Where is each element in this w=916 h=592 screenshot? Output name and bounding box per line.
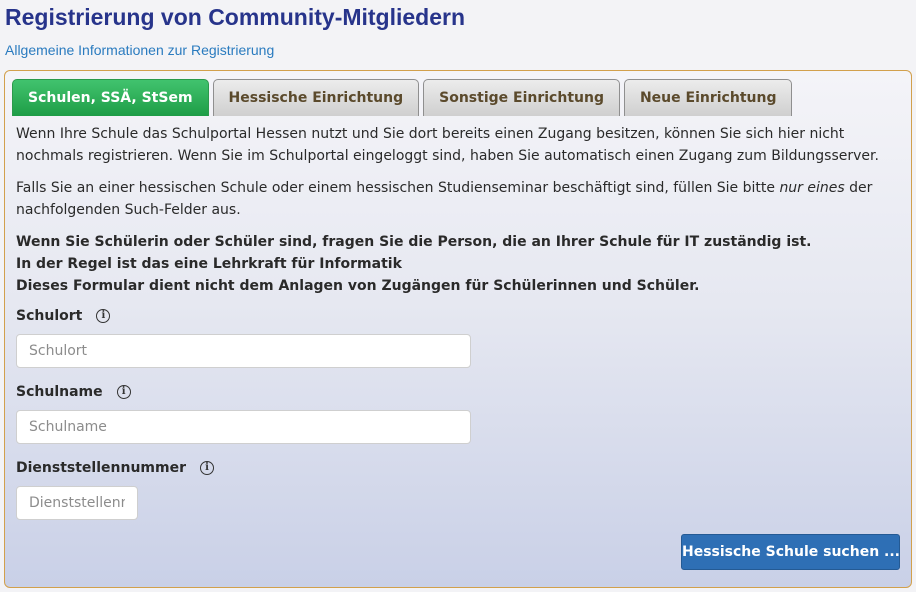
- schulort-label-text: Schulort: [16, 308, 83, 324]
- tab-sonstige-einrichtung[interactable]: Sonstige Einrichtung: [423, 79, 620, 116]
- info-circle-icon[interactable]: i: [116, 385, 131, 399]
- intro-paragraph: Wenn Ihre Schule das Schulportal Hessen …: [16, 126, 879, 164]
- instruction-text-start: Falls Sie an einer hessischen Schule ode…: [16, 180, 780, 196]
- general-info-link[interactable]: Allgemeine Informationen zur Registrieru…: [5, 42, 274, 58]
- dienststellennummer-input[interactable]: [16, 486, 138, 520]
- instruction-emphasis: nur eines: [779, 180, 845, 196]
- schulname-input[interactable]: [16, 410, 471, 444]
- registration-panel: Schulen, SSÄ, StSem Hessische Einrichtun…: [4, 70, 912, 588]
- search-school-button[interactable]: Hessische Schule suchen ...: [681, 534, 900, 570]
- instruction-paragraph: Falls Sie an einer hessischen Schule ode…: [16, 177, 896, 221]
- schulort-input[interactable]: [16, 334, 471, 368]
- tab-content: Wenn Ihre Schule das Schulportal Hessen …: [16, 123, 896, 297]
- student-notice-line: Dieses Formular dient nicht dem Anlagen …: [16, 278, 700, 294]
- schulort-label: Schulort i: [16, 308, 111, 324]
- info-circle-icon[interactable]: i: [200, 461, 214, 475]
- dienststellennummer-label: Dienststellennummer i: [16, 460, 214, 476]
- student-notice-line: Wenn Sie Schülerin oder Schüler sind, fr…: [16, 234, 812, 250]
- schulname-label: Schulname i: [16, 384, 131, 400]
- page-title: Registrierung von Community-Mitgliedern: [5, 4, 466, 30]
- schulname-label-text: Schulname: [16, 384, 103, 400]
- student-notice-line: In der Regel ist das eine Lehrkraft für …: [16, 256, 402, 272]
- tab-hessische-einrichtung[interactable]: Hessische Einrichtung: [212, 79, 420, 116]
- student-notice: Wenn Sie Schülerin oder Schüler sind, fr…: [16, 231, 896, 297]
- info-circle-icon[interactable]: i: [96, 309, 111, 323]
- tab-bar: Schulen, SSÄ, StSem Hessische Einrichtun…: [12, 79, 793, 117]
- tab-neue-einrichtung[interactable]: Neue Einrichtung: [623, 79, 793, 116]
- tab-schulen[interactable]: Schulen, SSÄ, StSem: [12, 79, 209, 116]
- dienststellennummer-label-text: Dienststellennummer: [16, 460, 186, 476]
